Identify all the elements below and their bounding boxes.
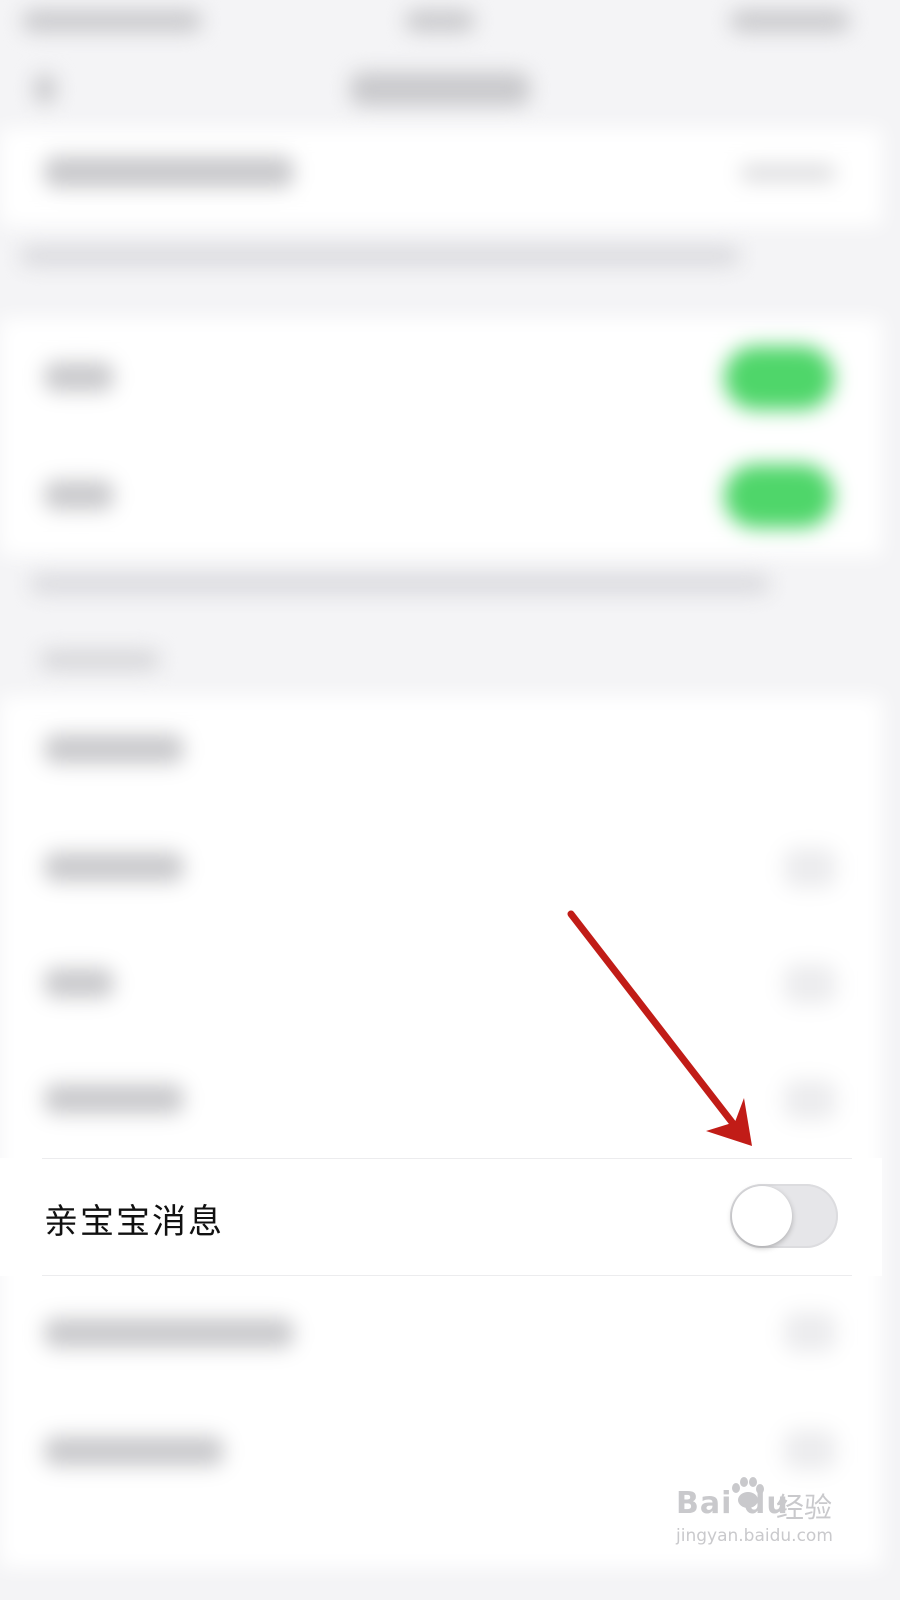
watermark-logo-text: Bai du [676, 1486, 789, 1521]
annotation-arrow [567, 910, 752, 1146]
arrow-shaft [567, 910, 742, 1134]
baidu-watermark: Bai du 经验 jingyan.baidu.com [676, 1472, 866, 1552]
watermark-url: jingyan.baidu.com [676, 1526, 833, 1546]
watermark-name: 经验 [776, 1491, 833, 1524]
